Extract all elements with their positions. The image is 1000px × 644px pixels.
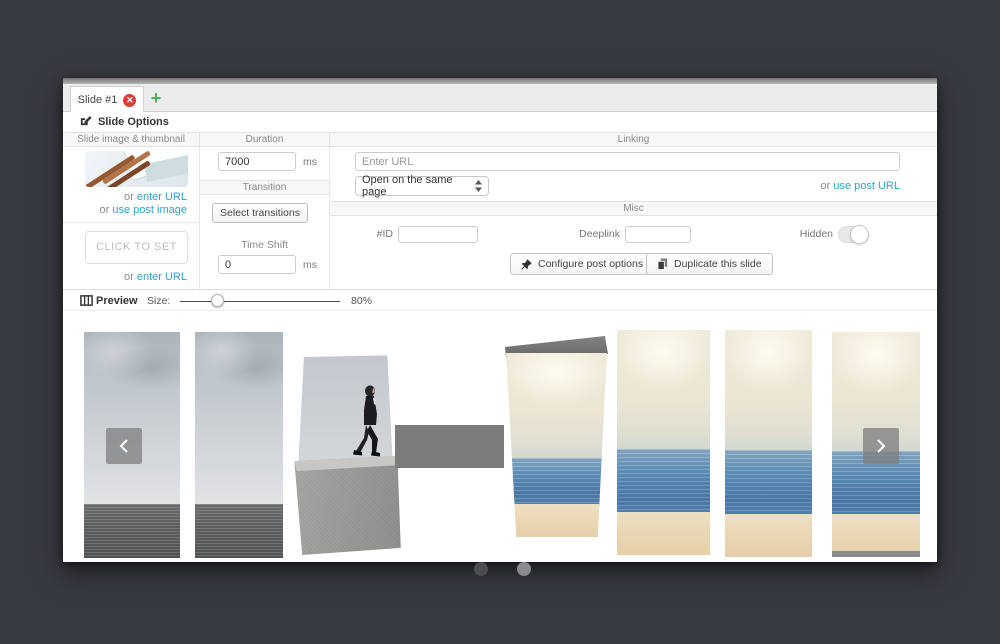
hidden-label: Hidden (768, 225, 833, 244)
deeplink-input[interactable] (625, 226, 691, 243)
beach-sea (617, 449, 710, 514)
beach-sand (725, 514, 812, 557)
slide-options-title: Slide Options (98, 116, 169, 128)
beach-sky (505, 353, 608, 460)
preview-bar: Preview Size: 80% (63, 289, 937, 311)
beach-sea (505, 458, 608, 506)
pagination-dot-active[interactable] (474, 562, 488, 576)
chevron-right-icon (875, 438, 887, 454)
duplicate-slide-button[interactable]: Duplicate this slide (646, 253, 773, 275)
pushpin-icon (521, 259, 532, 270)
deeplink-label: Deeplink (560, 225, 620, 244)
time-shift-label: Time Shift (200, 239, 329, 251)
enter-url-line-2: or enter URL (124, 271, 187, 283)
tab-slide-1[interactable]: Slide #1 ✕ (70, 86, 144, 113)
configure-post-options-button[interactable]: Configure post options (510, 253, 654, 275)
preview-slice-4-3d (505, 336, 608, 537)
use-post-image-link[interactable]: use post image (112, 204, 187, 216)
preview-slice-3-businessman (291, 353, 403, 555)
duplicate-icon (657, 258, 668, 270)
hidden-toggle[interactable] (838, 226, 869, 243)
duration-column: ms Transition Select transitions Time Sh… (200, 147, 330, 289)
size-slider-track[interactable] (180, 301, 340, 302)
slice-4-body (505, 353, 608, 537)
slide-tab-bar: Slide #1 ✕ + (63, 84, 937, 112)
select-stepper-icon (475, 180, 482, 192)
image-column-header: Slide image & thumbnail (63, 133, 200, 146)
link-target-selected: Open on the same page (362, 174, 475, 198)
prev-slide-arrow[interactable] (106, 428, 142, 464)
preview-size-label: Size: (147, 295, 170, 307)
use-post-url-line: or use post URL (821, 180, 901, 192)
misc-fields-row: #ID Deeplink Hidden (330, 225, 937, 244)
enter-url-line: or enter URL (124, 191, 187, 203)
slide-preview-area (63, 311, 937, 562)
slide-editor-panel: Slide #1 ✕ + Slide Options Slide image &… (63, 78, 937, 562)
misc-buttons-row: Configure post options Duplicate this sl… (330, 253, 937, 275)
id-input[interactable] (398, 226, 478, 243)
close-slide-icon[interactable]: ✕ (123, 94, 136, 107)
beach-sand (505, 504, 608, 537)
id-label: #ID (348, 225, 393, 244)
options-columns: or enter URL or use post image CLICK TO … (63, 147, 937, 289)
edit-icon (80, 113, 92, 131)
duration-input[interactable] (218, 152, 296, 171)
preview-slice-6 (725, 330, 812, 557)
preview-slice-2 (195, 332, 283, 558)
enter-url-link[interactable]: enter URL (137, 191, 187, 203)
use-post-url-link[interactable]: use post URL (833, 180, 900, 192)
businessman-silhouette (343, 384, 387, 466)
preview-slice-5 (617, 330, 710, 555)
hidden-toggle-knob (850, 225, 869, 244)
chevron-left-icon (118, 438, 130, 454)
enter-url-link-2[interactable]: enter URL (137, 271, 187, 283)
beach-sky (725, 330, 812, 453)
gray-transition-block (395, 425, 504, 468)
sea-band (195, 504, 283, 558)
beach-sand (617, 512, 710, 555)
time-shift-unit: ms (303, 259, 317, 271)
next-slide-arrow[interactable] (863, 428, 899, 464)
add-slide-icon[interactable]: + (147, 88, 165, 108)
select-transitions-button[interactable]: Select transitions (212, 203, 308, 223)
time-shift-input[interactable] (218, 255, 296, 274)
beach-sky (617, 330, 710, 452)
use-post-image-line: or use post image (100, 204, 187, 216)
misc-subheader: Misc (330, 201, 937, 216)
linking-column-header: Linking (330, 133, 937, 146)
preview-icon (80, 294, 93, 307)
column-headers: Slide image & thumbnail Duration Linking (63, 132, 937, 147)
column-divider (63, 222, 199, 223)
beach-sea (725, 450, 812, 516)
preview-title: Preview (96, 295, 138, 307)
sea-band (84, 504, 180, 558)
preview-size-value: 80% (351, 295, 372, 307)
slide-options-header: Slide Options (63, 112, 937, 132)
slide-thumbnail-image[interactable] (85, 151, 188, 187)
link-url-input[interactable] (355, 152, 900, 171)
click-to-set-box[interactable]: CLICK TO SET (85, 231, 188, 264)
pagination-dot[interactable] (517, 562, 531, 576)
image-column: or enter URL or use post image CLICK TO … (63, 147, 200, 289)
duration-column-header: Duration (200, 133, 330, 146)
transition-subheader: Transition (200, 180, 329, 195)
slice-7-shadow (832, 551, 920, 557)
thumbnail-art-pencil (85, 155, 135, 187)
duration-unit: ms (303, 156, 317, 168)
link-target-select[interactable]: Open on the same page (355, 176, 489, 196)
linking-column: Open on the same page or use post URL Mi… (330, 147, 937, 289)
tab-slide-1-label: Slide #1 (78, 94, 118, 106)
size-slider-handle[interactable] (211, 294, 224, 307)
